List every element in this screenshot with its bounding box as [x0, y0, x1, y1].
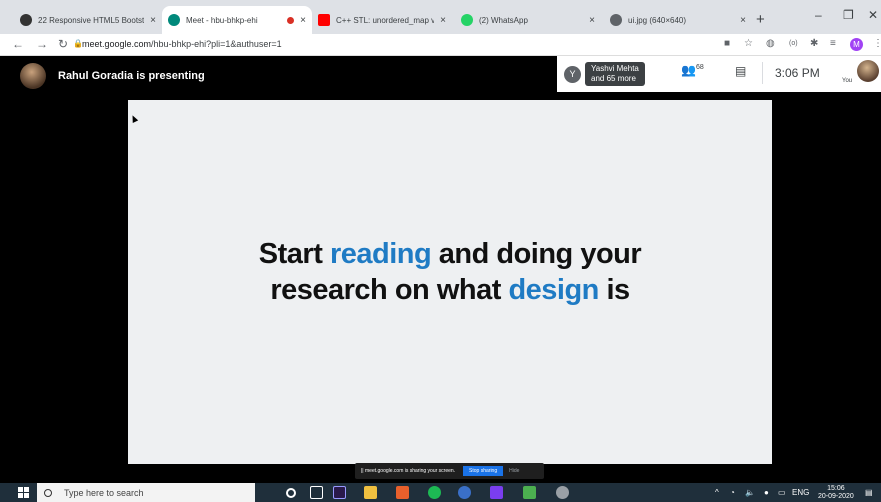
participant-name: Yashvi Mehta [591, 64, 639, 73]
profile-avatar[interactable]: M [850, 38, 863, 51]
screen: 22 Responsive HTML5 Bootstr × Meet - hbu… [0, 0, 881, 502]
slide-line-2: research on what design is [128, 272, 772, 308]
sharing-text: meet.google.com is sharing your screen. [365, 468, 456, 474]
reload-icon[interactable]: ↻ [58, 37, 68, 51]
extension-globe-icon[interactable]: ◍ [766, 38, 775, 49]
search-placeholder: Type here to search [64, 487, 144, 498]
search-icon [44, 488, 52, 497]
paint-icon[interactable] [556, 486, 569, 499]
close-tab-icon[interactable]: × [440, 15, 446, 26]
browser-toolbar: ← → ↻ 🔒 meet.google.com/hbu-bhkp-ehi?pli… [0, 34, 881, 56]
tray-chevron-icon[interactable]: ^ [715, 488, 719, 497]
people-count: 68 [695, 64, 704, 71]
globe-icon [610, 14, 622, 26]
tab-title: (2) WhatsApp [479, 15, 528, 25]
new-tab-button[interactable]: + [756, 11, 765, 28]
close-window-icon[interactable]: ✕ [868, 8, 878, 22]
whatsapp-icon [461, 14, 473, 26]
participant-more: and 65 more [591, 74, 636, 83]
camera-icon[interactable]: ■ [724, 38, 730, 49]
people-button[interactable]: 👥68 [681, 63, 704, 77]
slide-text-part: is [598, 274, 630, 306]
participant-names: Yashvi Mehta and 65 more [585, 62, 645, 86]
taskbar-clock[interactable]: 15:06 20-09-2020 [818, 485, 854, 501]
slide-line-1: Start reading and doing your [128, 236, 772, 272]
self-avatar[interactable] [857, 60, 879, 82]
back-icon[interactable]: ← [12, 37, 24, 51]
language-indicator[interactable]: ENG [792, 488, 809, 497]
tab-strip: 22 Responsive HTML5 Bootstr × Meet - hbu… [0, 0, 881, 34]
bookmark-star-icon[interactable]: ☆ [744, 38, 753, 49]
tab-meet[interactable]: Meet - hbu-bhkp-ehi × [162, 6, 312, 34]
restore-icon[interactable]: ❐ [843, 8, 854, 22]
slide-text-part: and doing your [431, 238, 642, 270]
chat-icon[interactable]: ▤ [735, 64, 746, 78]
tab-title: 22 Responsive HTML5 Bootstr [38, 15, 145, 25]
tab-image[interactable]: ui.jpg (640×640) × [604, 6, 752, 34]
sublime-icon[interactable] [396, 486, 409, 499]
close-tab-icon[interactable]: × [300, 15, 306, 26]
menu-icon[interactable]: ⋮ [873, 38, 881, 49]
address-bar[interactable]: meet.google.com/hbu-bhkp-ehi?pli=1&authu… [82, 39, 282, 49]
notifications-icon[interactable]: ▤ [865, 488, 873, 497]
hide-button[interactable]: Hide [509, 468, 519, 474]
people-icon: 👥 [681, 63, 696, 77]
presented-slide: Start reading and doing your research on… [128, 100, 772, 464]
taskbar-search[interactable]: Type here to search [37, 483, 255, 502]
recording-icon [287, 16, 295, 24]
presenter-bar: Rahul Goradia is presenting [20, 63, 205, 89]
stop-sharing-button[interactable]: Stop sharing [463, 466, 504, 476]
media-icon[interactable]: ≡ [830, 38, 836, 49]
figma-icon[interactable] [490, 486, 503, 499]
file-explorer-icon[interactable] [364, 486, 377, 499]
spotify-icon[interactable] [428, 486, 441, 499]
battery-icon[interactable]: ▭ [778, 488, 786, 497]
presenter-avatar [20, 63, 46, 89]
tab-title: ui.jpg (640×640) [628, 15, 687, 25]
tab-title: Meet - hbu-bhkp-ehi [186, 15, 258, 25]
url-host: meet.google.com [82, 39, 152, 49]
clock-time: 15:06 [827, 485, 845, 492]
app-icon[interactable] [523, 486, 536, 499]
presenting-label: Rahul Goradia is presenting [58, 70, 205, 82]
volume-icon[interactable]: 🔈 [745, 488, 755, 497]
windows-start-icon[interactable] [18, 487, 29, 498]
close-tab-icon[interactable]: × [589, 15, 595, 26]
url-path: /hbu-bhkp-ehi?pli=1&authuser=1 [151, 39, 282, 49]
youtube-icon [318, 14, 330, 26]
slide-text-part: Start [258, 238, 330, 270]
site-icon [20, 14, 32, 26]
tab-title: C++ STL: unordered_map v/s [336, 15, 435, 25]
meet-info-panel: Y Yashvi Mehta and 65 more 👥68 ▤ 3:06 PM … [557, 56, 881, 92]
clock-date: 20-09-2020 [818, 493, 854, 500]
participant-avatar: Y [564, 65, 581, 83]
close-tab-icon[interactable]: × [740, 15, 746, 26]
meeting-clock: 3:06 PM [775, 66, 820, 80]
extension-icon[interactable]: (o) [789, 40, 798, 47]
sharing-notification: || meet.google.com is sharing your scree… [355, 463, 544, 479]
self-label: You [842, 78, 853, 84]
sharing-message: || meet.google.com is sharing your scree… [361, 468, 456, 474]
close-tab-icon[interactable]: × [150, 15, 156, 26]
puzzle-icon[interactable]: ✱ [810, 38, 818, 49]
tab-whatsapp[interactable]: (2) WhatsApp × [455, 6, 601, 34]
minimize-icon[interactable]: – [815, 8, 822, 22]
network-icon[interactable]: ◔ [730, 488, 735, 497]
slide-text-part: research on what [270, 274, 509, 306]
microphone-icon[interactable]: ● [764, 488, 769, 497]
chrome-icon[interactable] [458, 486, 471, 499]
slide-text: Start reading and doing your research on… [128, 236, 772, 308]
windows-taskbar: Type here to search ^ ◔ 🔈 ● ▭ ENG 15:06 2… [0, 483, 881, 502]
meet-icon [168, 14, 180, 26]
task-view-icon[interactable] [310, 486, 323, 499]
forward-icon[interactable]: → [36, 37, 48, 51]
after-effects-icon[interactable] [333, 486, 346, 499]
divider [762, 62, 763, 84]
participants-preview[interactable]: Y Yashvi Mehta and 65 more [564, 62, 645, 86]
cortana-icon[interactable] [286, 488, 296, 498]
tab-youtube[interactable]: C++ STL: unordered_map v/s × [312, 6, 452, 34]
slide-highlight: design [508, 274, 599, 306]
tab-bootstrap[interactable]: 22 Responsive HTML5 Bootstr × [14, 6, 162, 34]
slide-highlight: reading [329, 238, 432, 270]
